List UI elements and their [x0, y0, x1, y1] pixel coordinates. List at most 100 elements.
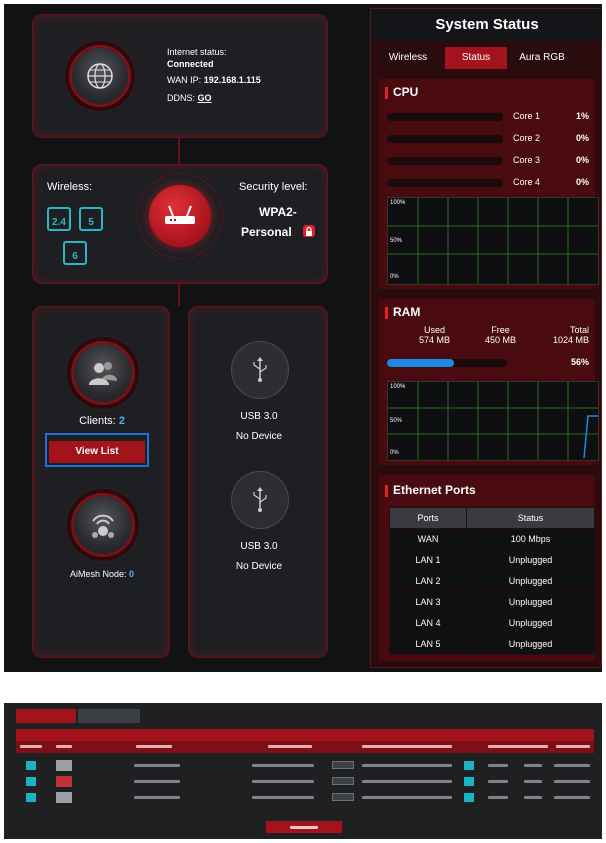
table-row: LAN 5 Unplugged — [388, 633, 595, 655]
client-list-title-bar — [16, 729, 594, 741]
port-name: LAN 5 — [388, 633, 468, 655]
ram-used: Used 574 MB — [419, 325, 450, 345]
security-value-line2: Personal — [241, 225, 292, 239]
port-status: 100 Mbps — [466, 528, 595, 550]
interface-icon — [464, 793, 474, 802]
clients-label: Clients: — [79, 415, 116, 427]
client-ip — [252, 764, 314, 767]
client-list-header — [16, 741, 594, 753]
core-4-bar — [387, 179, 503, 187]
wan-ip-row: WAN IP: 192.168.1.115 — [167, 75, 261, 85]
ram-title-bar — [385, 307, 388, 319]
core-2-label: Core 2 — [513, 133, 541, 143]
wireless-panel: Wireless: 2.4 5 6 Security level: WPA2- … — [32, 164, 328, 284]
client-mac — [362, 796, 452, 799]
ethernet-header-status: Status — [466, 507, 595, 529]
ethernet-title-bar — [385, 485, 388, 497]
wan-ip-label: WAN IP: — [167, 75, 202, 85]
ip-type-badge — [332, 777, 354, 785]
core-2-bar — [387, 135, 503, 143]
security-level-label: Security level: — [239, 181, 308, 193]
ram-graph: 100% 50% 0% — [387, 381, 599, 461]
cpu-graph-label-0: 0% — [390, 274, 399, 280]
table-row[interactable] — [16, 791, 594, 804]
ddns-go-link[interactable]: GO — [198, 93, 212, 103]
tab-status[interactable]: Status — [445, 47, 507, 69]
tab-wireless[interactable]: Wireless — [377, 47, 439, 69]
usb-port-2-status: No Device — [235, 561, 283, 572]
core-2-value: 0% — [575, 133, 589, 143]
internet-status-value: Connected — [167, 59, 214, 69]
ethernet-section: Ethernet Ports Ports Status WAN 100 Mbps … — [379, 475, 595, 661]
ram-graph-label-100: 100% — [390, 384, 406, 390]
wireless-label: Wireless: — [47, 181, 93, 193]
cpu-section: CPU Core 1 1% Core 2 0% Core 3 0% Core 4… — [379, 79, 599, 289]
usb-port-2-label: USB 3.0 — [240, 541, 278, 552]
ram-usage-fill — [387, 359, 455, 367]
usb-port-2-icon[interactable] — [231, 471, 289, 529]
client-list-action-button[interactable] — [266, 821, 342, 833]
device-icon — [26, 777, 36, 786]
core-4-label: Core 4 — [513, 177, 541, 187]
clients-icon[interactable] — [71, 341, 135, 405]
ddns-row: DDNS: GO — [167, 93, 212, 103]
client-speed-2 — [524, 780, 542, 783]
clients-count: 2 — [118, 415, 125, 427]
cpu-graph-label-100: 100% — [390, 200, 406, 206]
view-list-button[interactable]: View List — [49, 441, 145, 463]
ethernet-table: Ports Status WAN 100 Mbps LAN 1 Unplugged … — [388, 507, 595, 655]
ram-used-label: Used — [424, 325, 446, 335]
client-list-tab-1[interactable] — [16, 709, 76, 723]
ram-percent: 56% — [570, 357, 589, 367]
port-status: Unplugged — [466, 591, 595, 613]
table-row[interactable] — [16, 775, 594, 788]
internet-status-label: Internet status: — [167, 47, 227, 57]
table-row[interactable] — [16, 759, 594, 772]
connector-line — [178, 138, 180, 164]
cpu-graph-label-50: 50% — [390, 238, 403, 244]
router-icon[interactable] — [149, 185, 211, 247]
port-status: Unplugged — [466, 633, 595, 655]
interface-icon — [464, 761, 474, 770]
port-name: LAN 1 — [388, 549, 468, 571]
cpu-graph-grid — [388, 198, 598, 284]
wifi-5-icon[interactable]: 5 — [79, 207, 103, 231]
usb-port-1-label: USB 3.0 — [240, 411, 278, 422]
aimesh-row: AiMesh Node: 0 — [33, 569, 171, 579]
ram-graph-label-0: 0% — [390, 450, 399, 456]
system-status-panel: System Status Wireless Status Aura RGB C… — [370, 8, 602, 668]
port-status: Unplugged — [466, 570, 595, 592]
client-list-tab-2[interactable] — [78, 709, 140, 723]
wifi-6-icon[interactable]: 6 — [63, 241, 87, 265]
usb-port-1-icon[interactable] — [231, 341, 289, 399]
table-row: LAN 4 Unplugged — [388, 612, 595, 634]
wan-ip-value: 192.168.1.115 — [203, 75, 261, 85]
port-name: LAN 4 — [388, 612, 468, 634]
core-4-value: 0% — [575, 177, 589, 187]
wifi-24-icon[interactable]: 2.4 — [47, 207, 71, 231]
client-speed — [488, 764, 508, 767]
lock-icon — [303, 225, 315, 237]
core-3-bar — [387, 157, 503, 165]
clients-panel: Clients: 2 View List AiMesh Node: 0 — [32, 306, 170, 658]
ip-type-badge — [332, 761, 354, 769]
client-mac — [362, 764, 452, 767]
client-icon — [56, 760, 72, 771]
ram-used-value: 574 MB — [419, 335, 451, 345]
client-access-time — [554, 796, 590, 799]
aimesh-icon[interactable] — [71, 493, 135, 557]
ram-free-label: Free — [491, 325, 510, 335]
internet-panel[interactable]: Internet status: Connected WAN IP: 192.1… — [32, 14, 328, 138]
device-icon — [26, 761, 36, 770]
client-ip — [252, 780, 314, 783]
ram-title: RAM — [393, 305, 421, 319]
client-icon — [56, 792, 72, 803]
ram-total: Total 1024 MB — [553, 325, 589, 345]
clients-row: Clients: 2 — [33, 415, 171, 427]
tab-aura-rgb[interactable]: Aura RGB — [511, 47, 573, 69]
usb-panel: USB 3.0 No Device USB 3.0 No Device — [188, 306, 328, 658]
cpu-title-bar — [385, 87, 388, 99]
ram-section: RAM Used 574 MB Free 450 MB Total 1024 M… — [379, 299, 599, 465]
table-row: LAN 1 Unplugged — [388, 549, 595, 571]
ram-free-value: 450 MB — [485, 335, 517, 345]
